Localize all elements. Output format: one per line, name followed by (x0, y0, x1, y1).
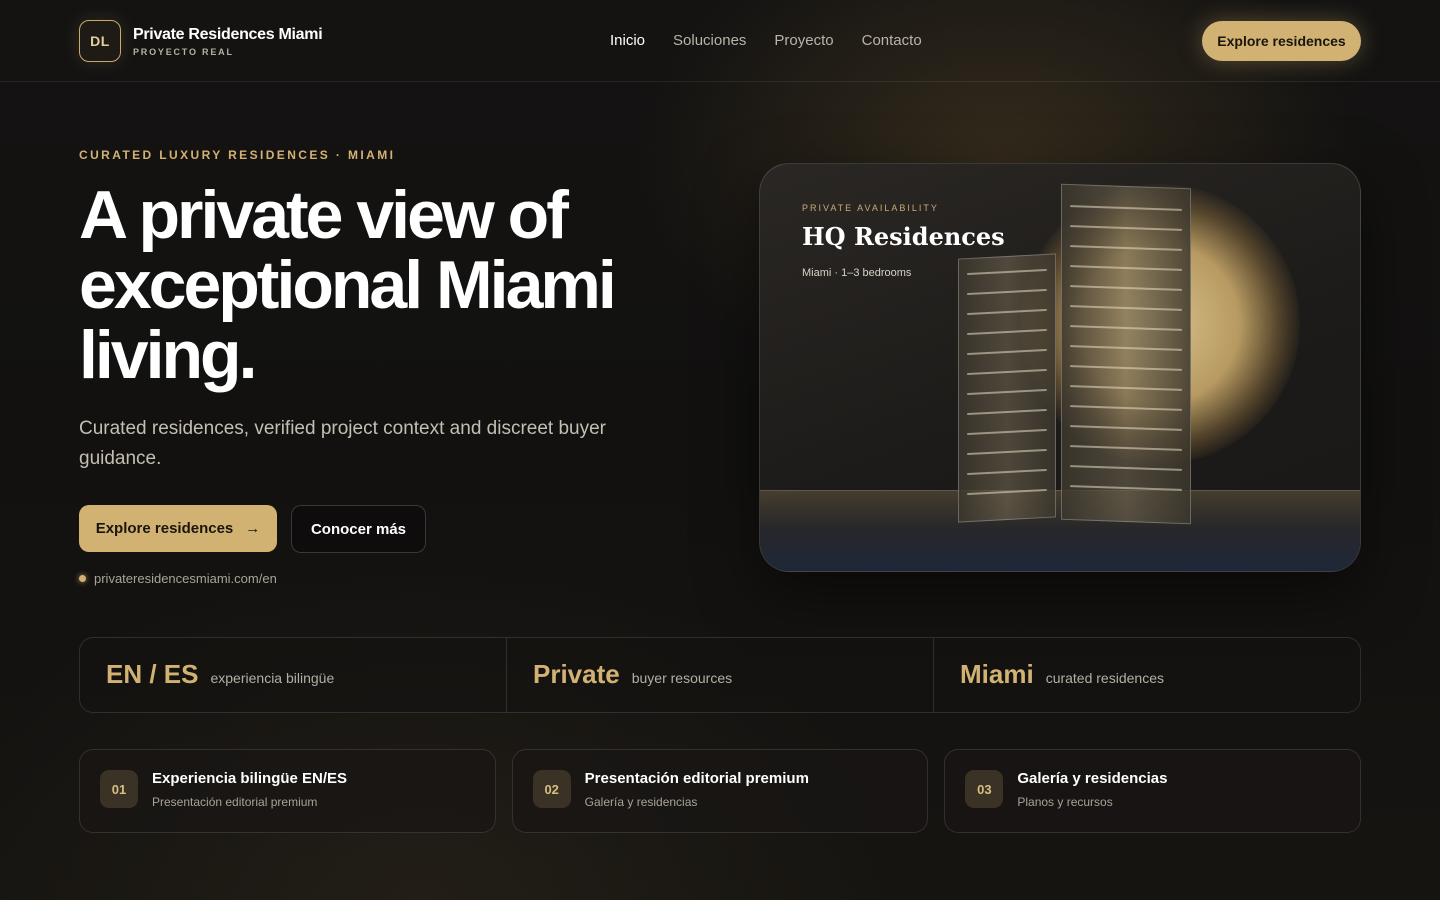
stat-label: curated residences (1045, 670, 1164, 686)
stats-bar: EN / ES experiencia bilingüe Private buy… (79, 637, 1361, 713)
nav-item-soluciones[interactable]: Soluciones (673, 31, 746, 51)
feature-number: 02 (532, 770, 571, 808)
brand-subtitle: PROYECTO REAL (133, 46, 234, 57)
site-url[interactable]: privateresidencesmiami.com/en (79, 571, 277, 586)
explore-residences-label: Explore residences (95, 520, 234, 537)
arrow-right-icon: → (245, 520, 261, 537)
stat-item: EN / ES experiencia bilingüe (80, 638, 507, 712)
header-explore-button[interactable]: Explore residences (1202, 21, 1361, 61)
card-meta: Miami · 1–3 bedrooms (802, 267, 912, 279)
stat-value: Miami (960, 659, 1034, 689)
feature-card[interactable]: 01 Experiencia bilingüe EN/ES Presentaci… (79, 749, 496, 833)
feature-title: Galería y residencias (1017, 770, 1168, 787)
feature-description: Planos y recursos (1017, 795, 1113, 809)
feature-card[interactable]: 02 Presentación editorial premium Galerí… (511, 749, 929, 833)
logo-mark: DL (79, 20, 121, 62)
main-nav: Inicio Soluciones Proyecto Contacto (610, 31, 950, 51)
stat-item: Private buyer resources (507, 638, 934, 712)
status-dot-icon (79, 575, 86, 582)
hero-title: A private view of exceptional Miami livi… (79, 177, 617, 393)
brand[interactable]: DL Private Residences Miami PROYECTO REA… (79, 20, 323, 62)
feature-number: 01 (100, 770, 138, 808)
residence-card[interactable]: PRIVATE AVAILABILITY HQ Residences Miami… (759, 163, 1361, 572)
feature-title: Presentación editorial premium (584, 770, 809, 787)
stat-value: Private (533, 659, 620, 689)
tower-right-illustration (1061, 183, 1191, 525)
feature-description: Galería y residencias (584, 795, 698, 809)
brand-text: Private Residences Miami PROYECTO REAL (133, 25, 323, 58)
stat-item: Miami curated residences (934, 638, 1360, 712)
nav-item-contacto[interactable]: Contacto (862, 31, 922, 51)
site-header: DL Private Residences Miami PROYECTO REA… (0, 0, 1440, 82)
feature-number: 03 (965, 770, 1004, 808)
feature-list: 01 Experiencia bilingüe EN/ES Presentaci… (79, 749, 1362, 833)
nav-item-inicio[interactable]: Inicio (610, 31, 645, 51)
feature-text: Galería y residencias Planos y recursos (1017, 769, 1167, 810)
feature-card[interactable]: 03 Galería y residencias Planos y recurs… (944, 749, 1362, 833)
conocer-mas-button[interactable]: Conocer más (291, 505, 426, 553)
card-eyebrow: PRIVATE AVAILABILITY (802, 203, 939, 213)
feature-description: Presentación editorial premium (152, 795, 318, 809)
hero-actions: Explore residences → Conocer más (79, 505, 426, 553)
hero-subtitle: Curated residences, verified project con… (79, 418, 606, 469)
stat-label: buyer resources (631, 670, 733, 686)
hero-eyebrow: CURATED LUXURY RESIDENCES · MIAMI (79, 148, 396, 162)
feature-title: Experiencia bilingüe EN/ES (152, 770, 348, 787)
feature-text: Presentación editorial premium Galería y… (585, 769, 809, 810)
feature-text: Experiencia bilingüe EN/ES Presentación … (152, 769, 347, 810)
tower-left-illustration (958, 253, 1056, 523)
explore-residences-button[interactable]: Explore residences → (79, 505, 277, 552)
stat-value: EN / ES (106, 659, 199, 689)
nav-item-proyecto[interactable]: Proyecto (774, 31, 833, 51)
card-title: HQ Residences (802, 222, 1005, 251)
site-url-text: privateresidencesmiami.com/en (94, 571, 277, 586)
brand-name: Private Residences Miami (133, 25, 323, 43)
stat-label: experiencia bilingüe (210, 670, 335, 686)
